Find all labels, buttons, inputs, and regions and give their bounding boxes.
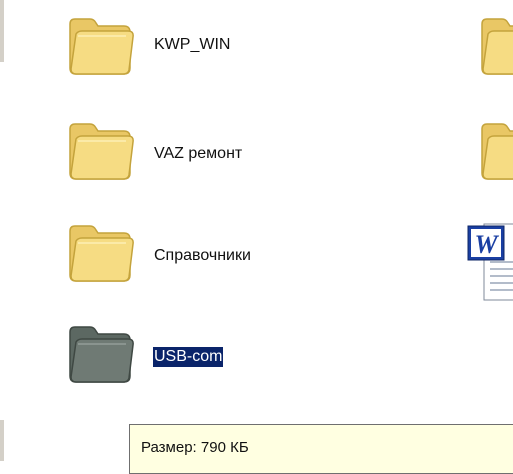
folder-name: Справочники — [154, 247, 251, 264]
folder-name-selected: USB-com — [153, 347, 224, 367]
window-left-edge — [0, 0, 4, 62]
folder-icon — [481, 18, 513, 75]
word-document-icon: W — [467, 223, 513, 301]
folder-icon — [69, 18, 134, 75]
file-size-tooltip: Размер: 790 КБ — [129, 424, 513, 474]
folder-item-vaz-remont[interactable]: VAZ ремонт — [66, 115, 266, 189]
window-left-edge — [0, 420, 4, 461]
partial-folder-item[interactable] — [478, 10, 513, 84]
folder-name: KWP_WIN — [154, 36, 231, 53]
folder-icon — [69, 225, 134, 282]
folder-icon — [69, 123, 134, 180]
partial-folder-item[interactable] — [478, 115, 513, 189]
folder-item-kwp-win[interactable]: KWP_WIN — [66, 10, 266, 84]
folder-icon — [69, 326, 134, 383]
folder-item-usb-com[interactable]: USB-com — [66, 318, 266, 392]
partial-word-document-item[interactable]: W — [466, 222, 513, 304]
tooltip-text: Размер: 790 КБ — [141, 439, 249, 456]
svg-text:W: W — [474, 230, 499, 259]
folder-icon — [481, 123, 513, 180]
folder-name: VAZ ремонт — [154, 145, 243, 162]
folder-item-spravochniki[interactable]: Справочники — [66, 217, 286, 291]
